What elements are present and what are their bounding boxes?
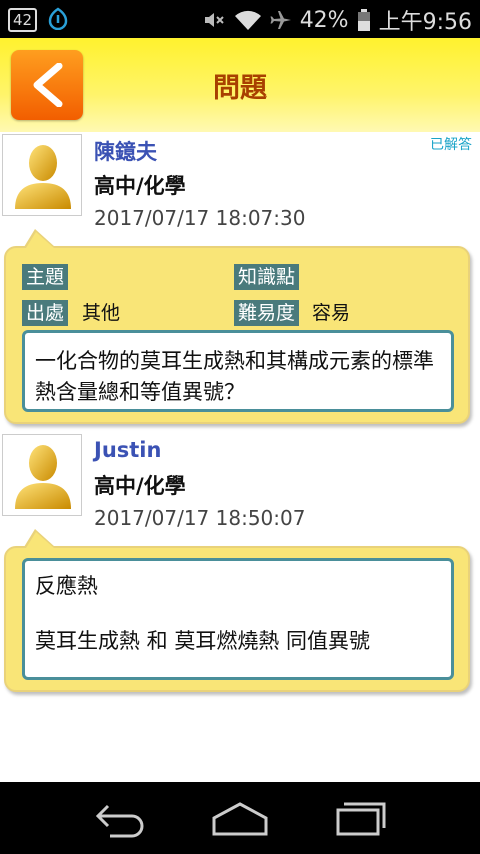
answer-spacer <box>35 602 441 626</box>
question-course: 高中/化學 <box>94 174 186 198</box>
answer-line-1: 反應熱 <box>35 574 98 598</box>
nav-home-button[interactable] <box>210 798 270 842</box>
avatar <box>2 434 82 516</box>
question-author[interactable]: 陳鐿夫 <box>94 136 157 166</box>
power-icon <box>47 6 69 34</box>
bubble-tail <box>26 532 54 548</box>
question-body: 一化合物的莫耳生成熱和其構成元素的標準熱含量總和等值異號？ <box>22 330 454 412</box>
home-icon <box>212 802 268 836</box>
answer-course: 高中/化學 <box>94 474 186 498</box>
knowledge-point-label: 知識點 <box>234 264 300 290</box>
navigation-bar <box>0 782 480 854</box>
back-arrow-icon <box>95 804 144 838</box>
question-bubble: 主題 知識點 出處 其他 難易度 容易 一化合物的莫耳生成熱和其構成元素的標準熱… <box>4 229 470 424</box>
wifi-icon <box>234 8 262 32</box>
user-silhouette-icon <box>15 445 71 509</box>
answer-body: 反應熱 莫耳生成熱 和 莫耳燃燒熱 同值異號 <box>22 558 454 680</box>
user-silhouette-icon <box>15 145 71 209</box>
answer-line-2: 莫耳生成熱 和 莫耳燃燒熱 同值異號 <box>35 629 371 653</box>
title-bar: 問題 <box>0 38 480 132</box>
avatar <box>2 134 82 216</box>
recent-apps-icon <box>336 802 386 836</box>
battery-icon <box>357 8 371 32</box>
notification-badge: 42 <box>8 8 38 32</box>
answer-bubble: 反應熱 莫耳生成熱 和 莫耳燃燒熱 同值異號 <box>4 529 470 692</box>
source-value: 其他 <box>82 302 121 324</box>
question-timestamp: 2017/07/17 18:07:30 <box>94 206 306 230</box>
airplane-icon <box>270 8 292 32</box>
answer-author[interactable]: Justin <box>94 438 161 462</box>
difficulty-value: 容易 <box>312 302 351 324</box>
source-label: 出處 <box>22 300 69 326</box>
difficulty-label: 難易度 <box>234 300 300 326</box>
mute-icon <box>202 8 226 32</box>
page-title: 問題 <box>213 73 267 104</box>
status-bar: 42 42% 上午9:56 <box>0 0 480 38</box>
answer-timestamp: 2017/07/17 18:50:07 <box>94 506 306 530</box>
bubble-tail <box>26 232 54 248</box>
clock: 上午9:56 <box>378 10 472 35</box>
nav-back-button[interactable] <box>90 798 150 842</box>
nav-recents-button[interactable] <box>332 798 392 842</box>
subject-label: 主題 <box>22 264 69 290</box>
answered-status-badge: 已解答 <box>430 137 472 153</box>
battery-percent: 42% <box>299 7 349 33</box>
